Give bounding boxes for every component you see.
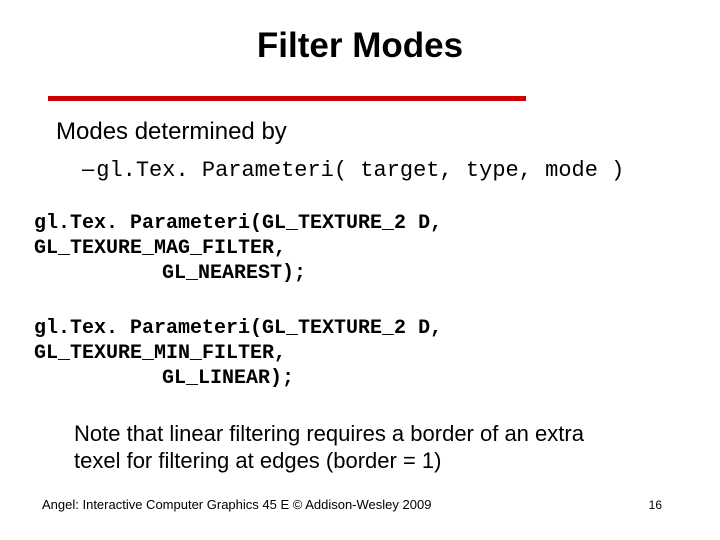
sub-code: gl.Tex. Parameteri( target, type, mode ): [96, 158, 624, 183]
code-block-2: gl.Tex. Parameteri(GL_TEXTURE_2 D, GL_TE…: [34, 316, 676, 391]
code-line: gl.Tex. Parameteri(GL_TEXTURE_2 D, GL_TE…: [34, 211, 676, 261]
code-line: GL_NEAREST);: [162, 261, 676, 286]
heading-text: Modes determined by: [56, 118, 676, 146]
code-block-1: gl.Tex. Parameteri(GL_TEXTURE_2 D, GL_TE…: [34, 211, 676, 286]
code-line: gl.Tex. Parameteri(GL_TEXTURE_2 D, GL_TE…: [34, 316, 676, 366]
slide: Filter Modes Modes determined by –gl.Tex…: [0, 0, 720, 540]
dash-icon: –: [82, 156, 94, 181]
code-line: GL_LINEAR);: [162, 366, 676, 391]
slide-title: Filter Modes: [0, 0, 720, 66]
slide-body: Modes determined by –gl.Tex. Parameteri(…: [56, 118, 676, 475]
sub-bullet: –gl.Tex. Parameteri( target, type, mode …: [82, 156, 676, 183]
title-underline: [48, 96, 526, 101]
footer-attribution: Angel: Interactive Computer Graphics 45 …: [42, 497, 431, 512]
page-number: 16: [649, 498, 662, 512]
note-text: Note that linear filtering requires a bo…: [74, 421, 634, 475]
